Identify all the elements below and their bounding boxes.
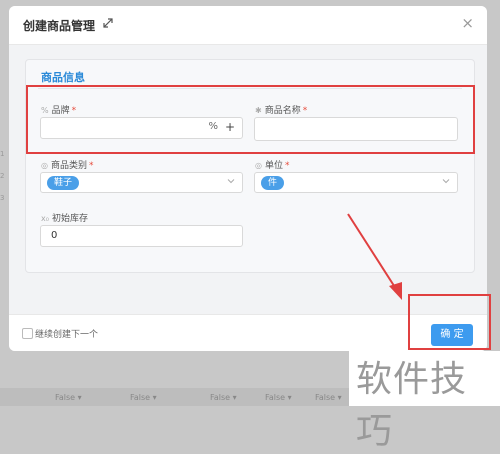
circle-icon: ◎ (255, 161, 262, 170)
background-side-marks: 1 2 3 (0, 150, 8, 240)
background-tag: False ▾ (315, 393, 342, 402)
background-tag: False ▾ (130, 393, 157, 402)
link-icon[interactable]: % (208, 121, 218, 132)
required-mark: * (285, 161, 290, 171)
brand-label: % 品牌 * (41, 106, 77, 116)
initial-stock-label: x₀ 初始库存 (41, 214, 88, 224)
required-mark: * (89, 161, 94, 171)
number-icon: x₀ (41, 214, 49, 223)
required-mark: * (302, 106, 308, 116)
expand-icon[interactable] (102, 17, 114, 29)
background-tag: False ▾ (55, 393, 82, 402)
circle-icon: ◎ (41, 161, 48, 170)
required-mark: * (71, 106, 77, 116)
product-name-label: ✱ 商品名称 * (255, 106, 308, 116)
modal-header: 创建商品管理 × (9, 6, 487, 45)
section-divider (38, 88, 462, 89)
unit-select[interactable]: 件 (254, 172, 458, 193)
category-select[interactable]: 鞋子 (40, 172, 243, 193)
initial-stock-value: 0 (51, 230, 58, 241)
close-icon[interactable]: × (461, 16, 474, 31)
modal-footer: 继续创建下一个 确 定 (9, 314, 487, 351)
side-mark: 1 (0, 150, 5, 158)
initial-stock-field[interactable]: 0 (40, 225, 243, 247)
percent-icon: % (41, 106, 49, 115)
brand-field[interactable]: % + (40, 117, 243, 139)
side-mark: 2 (0, 172, 5, 180)
unit-label: ◎ 单位 * (255, 161, 290, 171)
confirm-button[interactable]: 确 定 (431, 324, 473, 346)
asterisk-icon: ✱ (255, 106, 262, 115)
side-mark: 3 (0, 194, 5, 202)
chevron-down-icon (442, 179, 450, 184)
create-product-modal: 创建商品管理 × 商品信息 % 品牌 * % + ✱ 商品名称 * ◎ 商品类别 * (9, 6, 487, 351)
section-title: 商品信息 (41, 71, 85, 84)
continue-create-label[interactable]: 继续创建下一个 (35, 327, 98, 340)
plus-icon[interactable]: + (225, 120, 235, 134)
product-info-section: 商品信息 % 品牌 * % + ✱ 商品名称 * ◎ 商品类别 * 鞋子 ◎ 单位 * (25, 59, 475, 273)
background-tag: False ▾ (210, 393, 237, 402)
watermark-text: 软件技巧 (356, 359, 468, 452)
category-label: ◎ 商品类别 * (41, 161, 94, 171)
background-tag: False ▾ (265, 393, 292, 402)
chevron-down-icon (227, 179, 235, 184)
continue-create-checkbox[interactable] (22, 328, 33, 339)
unit-selected-tag[interactable]: 件 (261, 176, 285, 190)
modal-title: 创建商品管理 (23, 19, 96, 33)
category-selected-tag[interactable]: 鞋子 (47, 176, 80, 190)
product-name-field[interactable] (254, 117, 458, 141)
